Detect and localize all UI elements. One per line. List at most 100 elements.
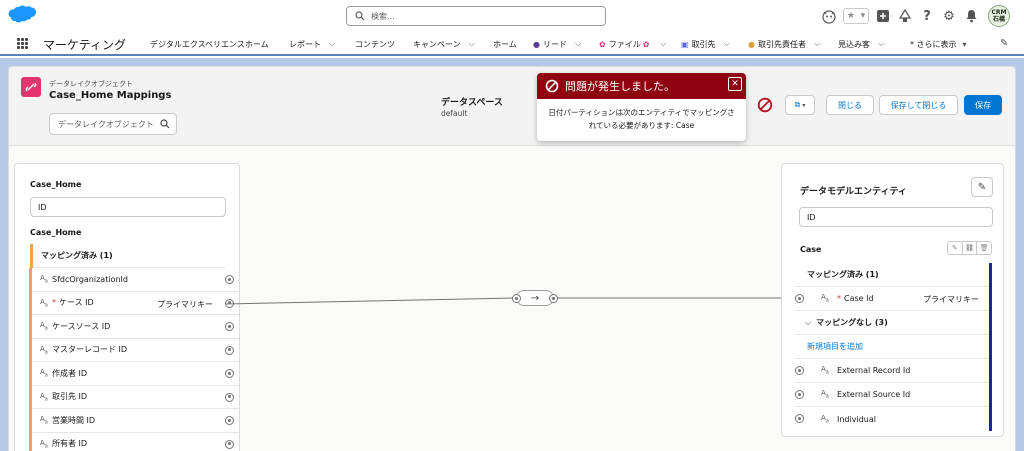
chevron-down-icon[interactable]: ▾ bbox=[963, 40, 967, 49]
search-icon[interactable] bbox=[160, 119, 170, 129]
chevron-down-icon[interactable]: ⌵ bbox=[660, 39, 666, 49]
connector-dot[interactable] bbox=[795, 390, 804, 399]
nav-item-contacts[interactable]: ● 取引先責任者 ⌵ bbox=[744, 32, 834, 56]
field-name: ケースソース ID bbox=[52, 321, 111, 331]
text-type-icon: Aa bbox=[40, 297, 48, 308]
connector-dot[interactable] bbox=[225, 369, 234, 378]
chevron-down-icon[interactable]: ⌵ bbox=[724, 39, 730, 49]
source-field-row[interactable]: Aa 作成者 ID bbox=[32, 362, 239, 386]
source-field-list: Aa SfdcOrganizationId Aa * ケース ID プライマリキー Aa ケー… bbox=[29, 268, 239, 451]
app-launcher-icon[interactable] bbox=[17, 38, 28, 49]
trailhead-icon[interactable] bbox=[894, 5, 916, 27]
nav-item-files[interactable]: ✿ ファイル ✿ ⌵ bbox=[595, 32, 677, 56]
source-field-row[interactable]: Aa 取引先 ID bbox=[32, 386, 239, 409]
nav-item-home[interactable]: ホーム bbox=[489, 32, 529, 56]
text-type-icon: Aa bbox=[40, 344, 48, 355]
save-button[interactable]: 保存 bbox=[964, 95, 1002, 115]
nav-item-content[interactable]: コンテンツ bbox=[351, 32, 409, 56]
global-search-input[interactable]: 検索... bbox=[346, 6, 606, 26]
salesforce-cloud-icon[interactable] bbox=[8, 4, 36, 26]
source-field-row[interactable]: Aa SfdcOrganizationId bbox=[32, 268, 239, 292]
chevron-down-icon[interactable]: ⌵ bbox=[329, 39, 335, 49]
chevron-down-icon[interactable]: ⌵ bbox=[469, 39, 475, 49]
target-field-search-input[interactable]: ID bbox=[799, 207, 993, 227]
target-field-row[interactable]: Aa External Source Id bbox=[795, 383, 989, 407]
transform-node[interactable]: → bbox=[512, 290, 558, 306]
nav-item-reports[interactable]: レポート ⌵ bbox=[285, 32, 351, 56]
add-new-field-link[interactable]: 新規項目を追加 bbox=[807, 341, 863, 352]
header-utility-icons: ★ ▾ ? ⚙ CRM 石橋 bbox=[818, 5, 1010, 27]
target-field-row[interactable]: Aa * Case Id プライマリキー bbox=[795, 287, 989, 311]
pencil-icon[interactable]: ✎ bbox=[948, 242, 963, 254]
nav-item-label: 取引先責任者 bbox=[757, 39, 806, 49]
nav-item-label: ホーム bbox=[493, 39, 517, 49]
source-field-search-input[interactable]: ID bbox=[30, 197, 226, 217]
nav-item-prospects[interactable]: 見込み客 ⌵ bbox=[834, 32, 906, 56]
field-name: External Source Id bbox=[837, 390, 911, 399]
nav-item-accounts[interactable]: ▣ 取引先 ⌵ bbox=[677, 32, 744, 56]
source-field-row[interactable]: Aa マスターレコード ID bbox=[32, 339, 239, 362]
einstein-icon[interactable] bbox=[818, 5, 840, 27]
connector-dot[interactable] bbox=[549, 294, 558, 303]
field-name: ケース ID bbox=[59, 298, 94, 308]
connector-dot[interactable] bbox=[225, 345, 234, 355]
field-name: 取引先 ID bbox=[52, 392, 88, 402]
source-search-value: ID bbox=[38, 203, 47, 212]
text-type-icon: Aa bbox=[40, 438, 48, 449]
edit-nav-icon[interactable]: ✎ bbox=[1000, 38, 1008, 49]
error-block-icon[interactable] bbox=[757, 97, 773, 113]
source-mapped-group: マッピング済み (1) bbox=[30, 244, 225, 268]
favorites-button[interactable]: ★ ▾ bbox=[843, 8, 869, 24]
source-field-row[interactable]: Aa * ケース ID プライマリキー bbox=[32, 292, 239, 315]
error-header: 問題が発生しました。 ✕ bbox=[537, 73, 746, 99]
source-field-row[interactable]: Aa ケースソース ID bbox=[32, 315, 239, 339]
connector-dot[interactable] bbox=[225, 392, 234, 402]
connector-dot[interactable] bbox=[795, 366, 804, 375]
source-section-title: Case_Home bbox=[30, 228, 82, 237]
nav-item-digital-experience-home[interactable]: デジタルエクスペリエンスホーム bbox=[146, 32, 285, 56]
source-field-row[interactable]: Aa 営業時間 ID bbox=[32, 409, 239, 433]
close-icon[interactable]: ✕ bbox=[728, 77, 742, 91]
connector-dot[interactable] bbox=[225, 298, 234, 308]
field-name: 作成者 ID bbox=[52, 368, 88, 378]
chevron-down-icon[interactable]: ⌵ bbox=[575, 39, 581, 49]
edit-entity-button[interactable]: ✎ bbox=[971, 177, 993, 197]
bell-icon[interactable] bbox=[960, 5, 982, 27]
chevron-down-icon[interactable]: ⌵ bbox=[878, 39, 884, 49]
nav-item-label: ファイル bbox=[608, 39, 641, 49]
connector-dot[interactable] bbox=[795, 294, 804, 303]
object-search-placeholder: データレイクオブジェクト bbox=[58, 120, 154, 129]
nav-item-campaigns[interactable]: キャンペーン ⌵ bbox=[409, 32, 489, 56]
source-field-row[interactable]: Aa 所有者 ID bbox=[32, 433, 239, 451]
nav-item-leads[interactable]: ● リード ⌵ bbox=[529, 32, 595, 56]
avatar-line2: 石橋 bbox=[992, 16, 1005, 23]
connector-dot[interactable] bbox=[225, 322, 234, 331]
connector-dot[interactable] bbox=[795, 414, 804, 423]
mapping-options-button[interactable]: ⧉ ▾ bbox=[785, 95, 815, 115]
help-icon[interactable]: ? bbox=[916, 5, 938, 27]
mapping-header: データレイクオブジェクト Case_Home Mappings データレイクオブ… bbox=[8, 66, 1016, 146]
target-field-row[interactable]: Aa Individual bbox=[795, 407, 989, 431]
plus-icon[interactable] bbox=[872, 5, 894, 27]
arrow-right-icon: → bbox=[530, 292, 540, 304]
target-field-row[interactable]: Aa External Record Id bbox=[795, 359, 989, 383]
link-icon[interactable]: ⛓ bbox=[963, 242, 978, 254]
close-button[interactable]: 閉じる bbox=[826, 95, 874, 115]
target-unmapped-group-header[interactable]: ⌵ マッピングなし (3) bbox=[795, 311, 989, 335]
connector-dot[interactable] bbox=[225, 416, 234, 425]
chevron-down-icon[interactable]: ⌵ bbox=[814, 39, 820, 49]
save-and-close-button[interactable]: 保存して閉じる bbox=[879, 95, 958, 115]
nav-item-more[interactable]: * さらに表示 ▾ bbox=[906, 32, 988, 56]
gear-icon[interactable]: ⚙ bbox=[938, 5, 960, 27]
source-mapped-group-header[interactable]: マッピング済み (1) bbox=[33, 244, 225, 268]
person-icon: ● bbox=[533, 39, 540, 49]
required-marker: * bbox=[52, 298, 56, 308]
target-mapped-group-header[interactable]: マッピング済み (1) bbox=[795, 263, 989, 287]
trash-icon[interactable]: 🗑 bbox=[977, 242, 991, 254]
connector-dot[interactable] bbox=[225, 275, 234, 284]
connector-dot[interactable] bbox=[225, 439, 234, 449]
connector-dot[interactable] bbox=[512, 294, 521, 303]
object-search-input[interactable]: データレイクオブジェクト bbox=[49, 113, 177, 135]
required-marker: * bbox=[837, 294, 841, 303]
avatar[interactable]: CRM 石橋 bbox=[988, 5, 1010, 27]
